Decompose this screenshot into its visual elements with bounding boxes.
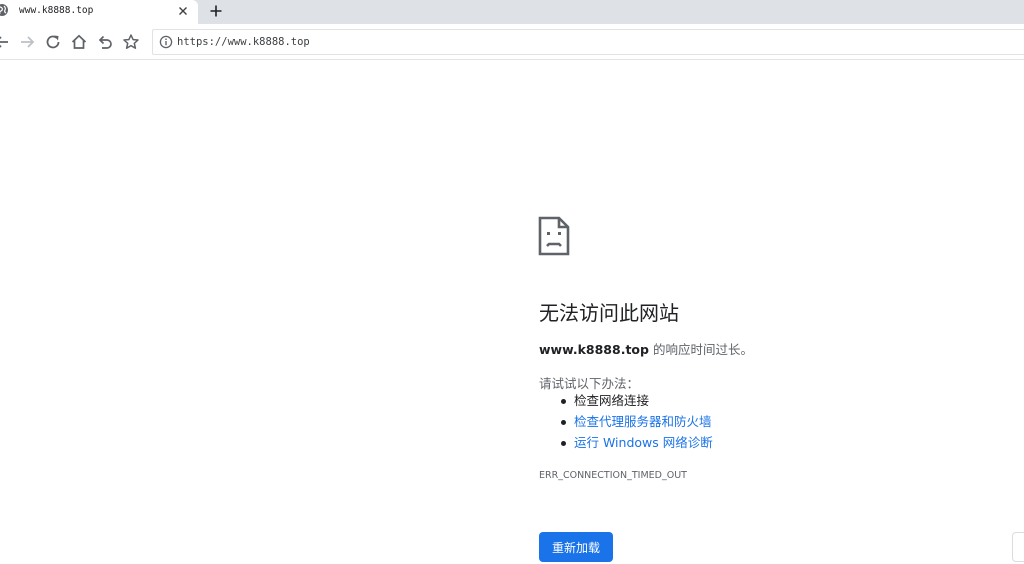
star-icon[interactable] <box>121 32 141 52</box>
error-code: ERR_CONNECTION_TIMED_OUT <box>539 470 687 481</box>
forward-arrow-icon[interactable] <box>17 32 37 52</box>
browser-tab[interactable]: www.k8888.top <box>0 0 198 24</box>
suggestions-list: 检查网络连接 检查代理服务器和防火墙 运行 Windows 网络诊断 <box>560 392 713 455</box>
home-icon[interactable] <box>69 32 89 52</box>
reload-button[interactable]: 重新加载 <box>539 532 613 562</box>
suggestions-label: 请试试以下办法： <box>539 376 640 391</box>
tab-strip: www.k8888.top <box>0 0 1024 24</box>
undo-icon[interactable] <box>95 32 115 52</box>
browser-toolbar: https://www.k8888.top <box>0 24 1024 60</box>
url-text[interactable]: https://www.k8888.top <box>177 36 310 48</box>
suggestion-check-network: 检查网络连接 <box>560 392 713 413</box>
details-button[interactable] <box>1012 532 1024 562</box>
suggestion-run-diagnostics-link[interactable]: 运行 Windows 网络诊断 <box>560 434 713 455</box>
reload-icon[interactable] <box>43 32 63 52</box>
globe-icon <box>0 4 8 16</box>
address-bar[interactable]: https://www.k8888.top <box>152 29 1024 55</box>
close-icon[interactable] <box>176 4 190 18</box>
back-arrow-icon[interactable] <box>0 32 12 52</box>
error-host: www.k8888.top <box>539 342 649 357</box>
error-description: www.k8888.top 的响应时间过长。 <box>539 339 753 358</box>
error-description-suffix: 的响应时间过长。 <box>648 342 753 357</box>
tab-title: www.k8888.top <box>19 5 94 16</box>
suggestion-check-proxy-firewall-link[interactable]: 检查代理服务器和防火墙 <box>560 413 713 434</box>
sad-page-icon <box>538 216 570 256</box>
plus-icon[interactable] <box>207 2 225 20</box>
error-heading: 无法访问此网站 <box>539 301 679 325</box>
info-icon[interactable] <box>159 35 173 49</box>
